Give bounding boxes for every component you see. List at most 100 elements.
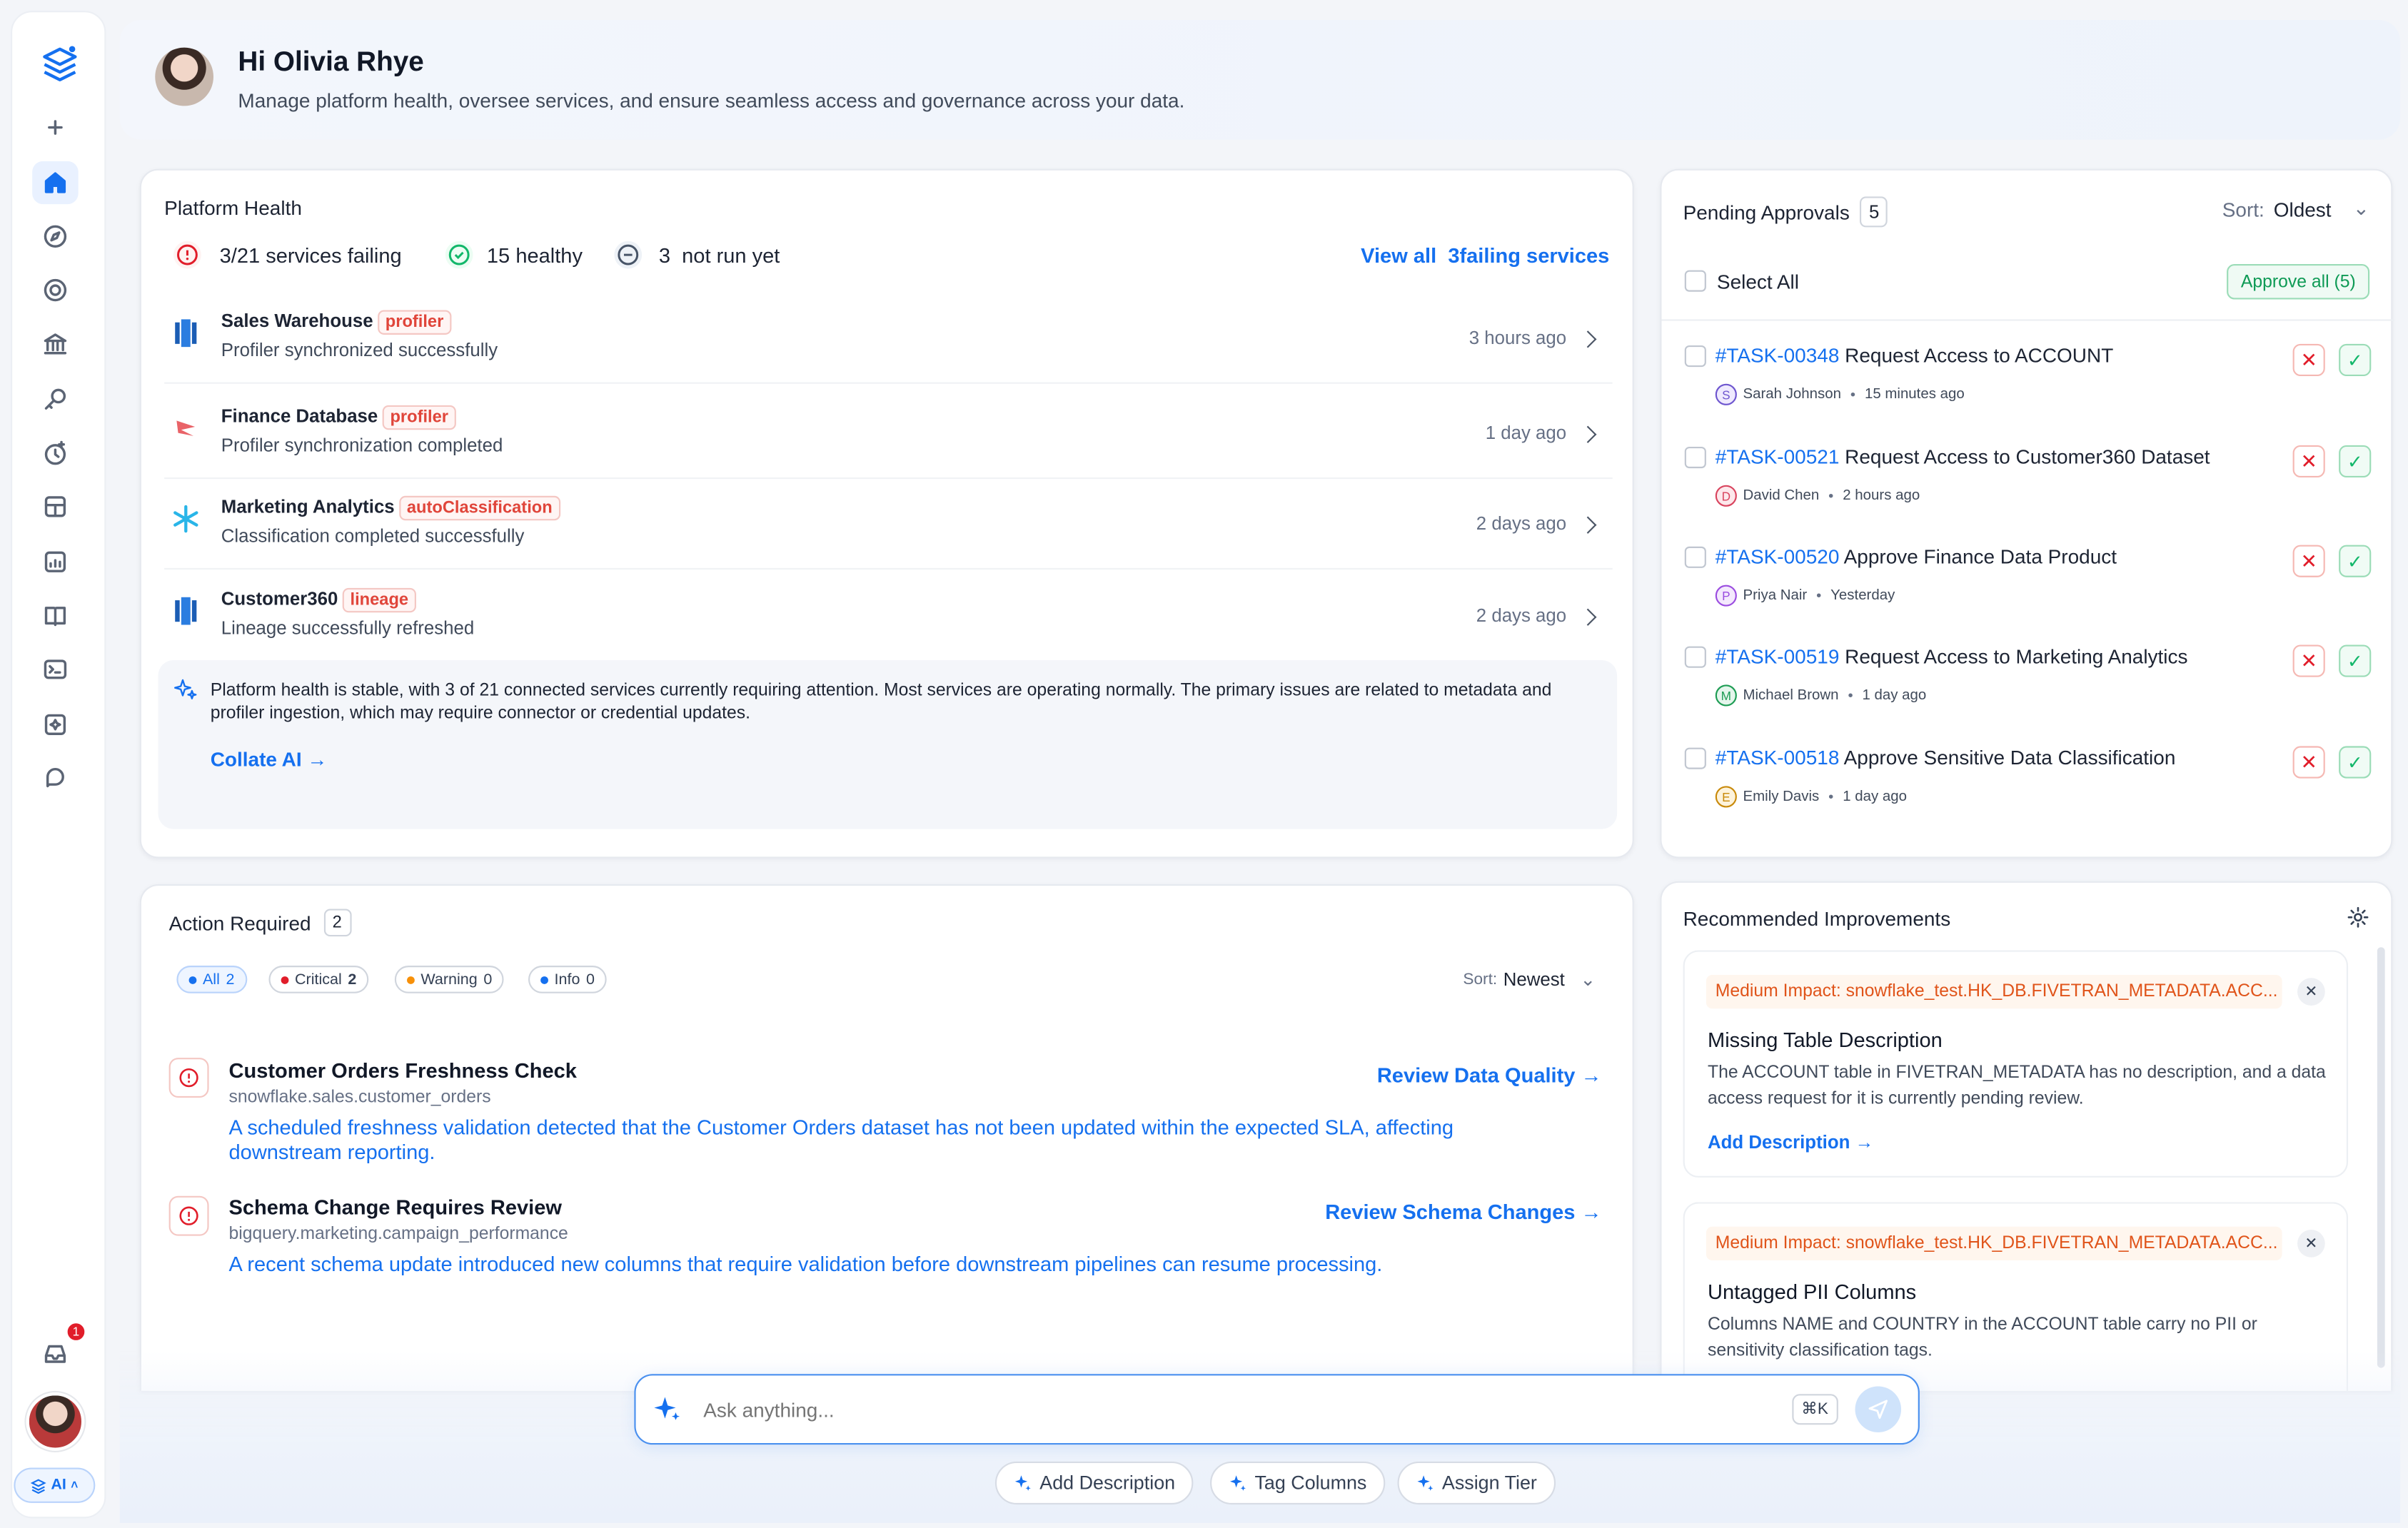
target-icon[interactable] [32,268,79,311]
task-id-link[interactable]: #TASK-00348 [1716,344,1840,367]
key-search-icon[interactable] [32,378,79,420]
service-desc: Profiler synchronization completed [221,434,503,456]
add-icon[interactable] [32,106,79,148]
collate-ai-label: Collate AI [210,747,302,771]
task-checkbox[interactable] [1684,446,1706,469]
book-icon[interactable] [32,594,79,637]
chevron-right-icon [1579,425,1597,443]
approve-button[interactable]: ✓ [2339,343,2372,377]
task-title: Request Access to Marketing Analytics [1845,644,2188,668]
terminal-icon[interactable] [32,648,79,691]
healthy-icon [444,240,475,278]
clock-add-icon[interactable] [32,431,79,474]
gear-icon[interactable] [2347,906,2369,936]
approve-button[interactable]: ✓ [2339,746,2372,779]
task-meta: P Priya Nair • Yesterday [1715,585,1895,607]
filter-count: 2 [348,971,357,988]
warehouse-db-icon [169,316,203,350]
app-logo-icon[interactable] [40,43,80,86]
filter-label: Critical [295,971,342,988]
task-checkbox[interactable] [1684,646,1706,668]
ai-toggle-button[interactable]: AI ˄ [14,1467,96,1503]
collate-ai-link[interactable]: Collate AI → [211,748,328,771]
task-heading: #TASK-00521 Request Access to Customer36… [1716,445,2210,468]
task-checkbox[interactable] [1684,345,1706,368]
sparkle-box-icon[interactable] [32,703,79,746]
task-id-link[interactable]: #TASK-00519 [1716,644,1840,667]
action-required-title: Action Required [168,911,311,934]
action-item-path: snowflake.sales.customer_orders [228,1088,491,1107]
filter-all-pill[interactable]: All 2 [176,966,247,993]
healthy-label: healthy [515,244,583,268]
reject-button[interactable]: ✕ [2292,445,2325,477]
action-item-path: bigquery.marketing.campaign_performance [228,1225,568,1244]
send-button[interactable] [1855,1386,1902,1432]
select-all-checkbox[interactable] [1684,270,1706,292]
compass-icon[interactable] [32,215,79,258]
add-description-link[interactable]: Add Description → [1708,1131,1873,1153]
approvals-sort-dropdown[interactable]: Sort: Oldest ⌄ [2222,196,2369,221]
approve-all-button[interactable]: Approve all (5) [2227,263,2370,300]
task-meta: D David Chen • 2 hours ago [1715,485,1920,507]
user-avatar[interactable] [26,1392,85,1451]
filter-warning-pill[interactable]: Warning 0 [394,966,505,993]
filter-dot [188,976,197,983]
not-run-count: 3 [658,244,670,268]
improvement-title: Missing Table Description [1708,1028,1943,1052]
task-id-link[interactable]: #TASK-00521 [1716,445,1840,468]
service-name-row: Marketing Analytics autoClassification [221,495,560,521]
filter-count: 0 [586,971,595,988]
suggestion-assign-tier[interactable]: Assign Tier [1397,1461,1556,1505]
task-id-link[interactable]: #TASK-00520 [1716,545,1840,568]
arrow-right-icon: → [1581,1200,1602,1224]
suggestion-tag-columns[interactable]: Tag Columns [1210,1461,1386,1505]
service-tag: profiler [378,310,452,335]
filter-critical-pill[interactable]: Critical 2 [268,966,369,993]
approve-button[interactable]: ✓ [2339,445,2372,477]
task-title: Request Access to Customer360 Dataset [1845,445,2210,469]
filter-label: All [202,971,220,988]
reject-button[interactable]: ✕ [2292,545,2325,577]
service-tag: autoClassification [399,495,560,521]
filter-dot [281,976,289,983]
task-id-link[interactable]: #TASK-00518 [1716,746,1840,769]
reject-button[interactable]: ✕ [2292,746,2325,779]
review-data-quality-link[interactable]: Review Data Quality → [1377,1064,1602,1087]
task-checkbox[interactable] [1684,546,1706,568]
approve-button[interactable]: ✓ [2339,644,2372,677]
ask-bar: ⌘K [634,1374,1920,1445]
service-desc: Lineage successfully refreshed [221,617,475,639]
filter-info-pill[interactable]: Info 0 [528,966,608,993]
approve-button[interactable]: ✓ [2339,545,2372,577]
filter-count: 0 [483,971,493,988]
service-row[interactable]: Sales Warehouse profiler Profiler synchro… [164,298,1613,384]
bank-icon[interactable] [32,323,79,365]
task-checkbox[interactable] [1684,747,1706,769]
reject-button[interactable]: ✕ [2292,644,2325,677]
chat-icon[interactable] [32,757,79,799]
close-icon[interactable]: ✕ [2297,978,2325,1006]
service-row[interactable]: Marketing Analytics autoClassification Cl… [164,484,1613,570]
review-schema-changes-link[interactable]: Review Schema Changes → [1325,1200,1601,1223]
action-item-title: Schema Change Requires Review [228,1195,562,1219]
reject-button[interactable]: ✕ [2292,343,2325,377]
suggestion-add-description[interactable]: Add Description [994,1461,1194,1505]
home-icon[interactable] [32,161,79,205]
task-title: Approve Sensitive Data Classification [1843,746,2176,769]
ai-summary-text: Platform health is stable, with 3 of 21 … [210,682,1552,723]
service-row[interactable]: Finance Database profiler Profiler synchr… [164,393,1613,480]
service-name-row: Sales Warehouse profiler [221,310,452,335]
view-all-failing-link[interactable]: View all 3failing services [1361,244,1609,267]
approvals-header: Pending Approvals 5 [1683,196,1888,228]
header-avatar [155,47,214,106]
scrollbar[interactable] [2377,947,2385,1368]
service-row[interactable]: Customer360 lineage Lineage successfully … [164,576,1612,662]
arrow-right-icon: → [1855,1131,1874,1153]
ask-input[interactable] [703,1392,1748,1427]
chart-add-icon[interactable] [32,540,79,583]
close-icon[interactable]: ✕ [2297,1230,2325,1258]
grid-box-icon[interactable] [32,485,79,528]
chevron-right-icon [1579,330,1597,348]
action-sort-dropdown[interactable]: Sort: Newest ⌄ [1463,968,1596,990]
chevron-right-icon [1579,516,1597,534]
